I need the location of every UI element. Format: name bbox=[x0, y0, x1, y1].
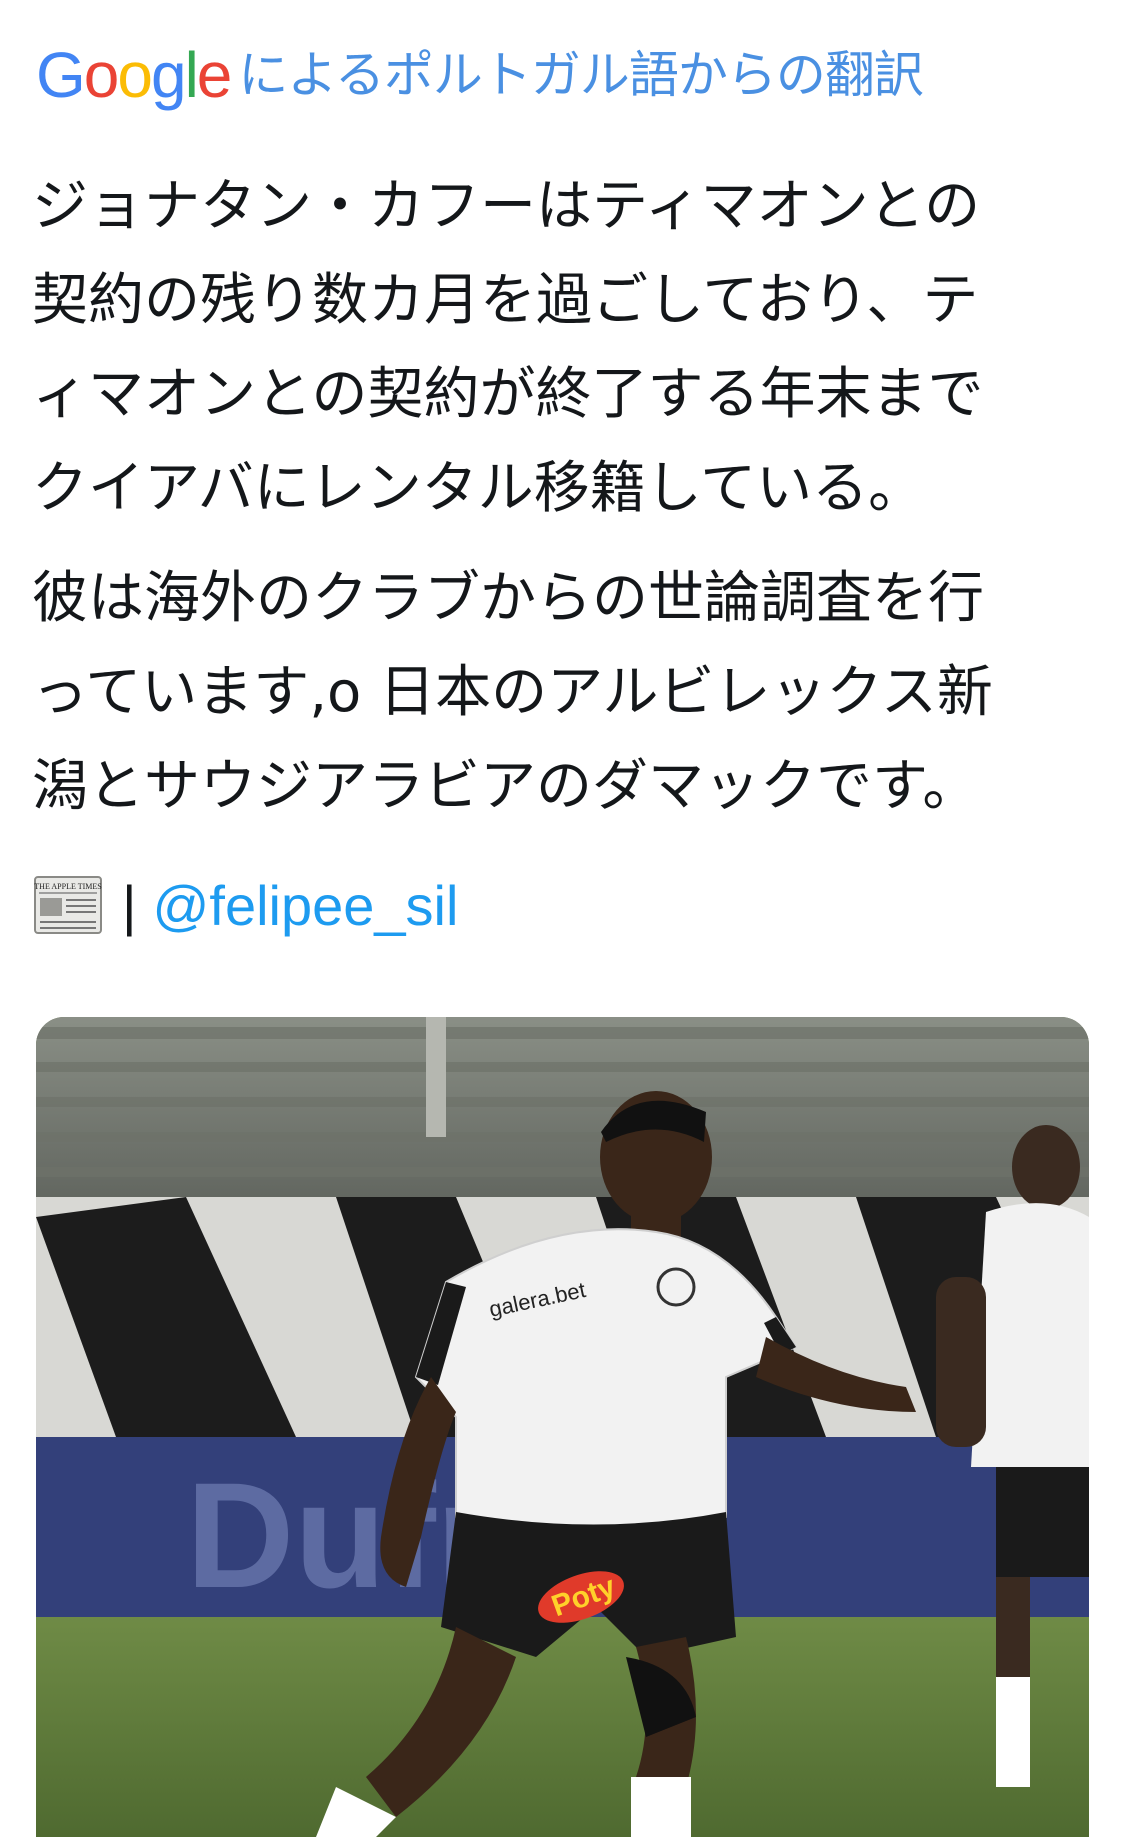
google-logo: Google bbox=[36, 39, 233, 111]
google-logo-letter: g bbox=[150, 39, 187, 111]
separator: | bbox=[122, 873, 137, 937]
google-logo-letter: e bbox=[196, 39, 233, 111]
tweet-text: ジョナタン・カフーはティマオンとの 契約の残り数カ月を過ごしており、テ ィマオン… bbox=[32, 160, 1092, 834]
newspaper-icon: THE APPLE TIMES bbox=[34, 876, 102, 934]
author-handle-link[interactable]: @felipee_sil bbox=[153, 873, 459, 938]
source-line: THE APPLE TIMES | @felipee_sil bbox=[34, 870, 458, 940]
translation-header[interactable]: Google によるポルトガル語からの翻訳 bbox=[36, 39, 924, 111]
newspaper-masthead: THE APPLE TIMES bbox=[34, 882, 101, 891]
tweet-paragraph: 彼は海外のクラブからの世論調査を行 っています,o 日本のアルビレックス新 潟と… bbox=[32, 566, 993, 819]
tweet-paragraph: ジョナタン・カフーはティマオンとの 契約の残り数カ月を過ごしており、テ ィマオン… bbox=[32, 174, 984, 521]
google-logo-letter: G bbox=[36, 39, 86, 111]
tweet-photo[interactable]: Dufrio galera.bet bbox=[36, 1017, 1089, 1837]
translation-label[interactable]: によるポルトガル語からの翻訳 bbox=[238, 50, 923, 100]
google-logo-letter: l bbox=[184, 39, 199, 111]
google-logo-letter: o bbox=[83, 39, 120, 111]
google-logo-letter: o bbox=[117, 39, 153, 111]
